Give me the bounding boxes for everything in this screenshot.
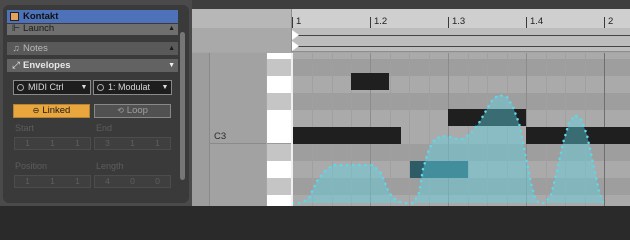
midi-note-editor: 1 1.2 1.3 1.4 2 C3 bbox=[192, 0, 630, 206]
clip-title-bar[interactable]: Kontakt bbox=[7, 10, 178, 23]
length-label: Length bbox=[96, 161, 124, 171]
piano-key[interactable] bbox=[267, 127, 293, 144]
envelope-fill-area bbox=[293, 95, 630, 203]
c3-divider bbox=[210, 143, 266, 144]
chevron-down-icon[interactable]: ▼ bbox=[79, 81, 89, 94]
piano-key[interactable] bbox=[267, 76, 293, 93]
length-beat: 0 bbox=[130, 176, 135, 186]
length-bar: 4 bbox=[105, 176, 110, 186]
start-bar: 1 bbox=[25, 138, 30, 148]
clip-panel-scrollbar-thumb[interactable] bbox=[180, 32, 185, 180]
device-chooser-indicator-icon bbox=[17, 84, 24, 91]
ruler-marker: 1.2 bbox=[374, 16, 388, 27]
loop-strip-corner bbox=[192, 28, 292, 52]
launch-section-header[interactable]: ⊩ Launch ▲ bbox=[7, 24, 178, 35]
position-sixteenth: 1 bbox=[75, 176, 80, 186]
link-icon: ⊖ bbox=[32, 106, 40, 115]
control-chooser-value: 1: Modulat bbox=[108, 82, 151, 92]
ruler-marker: 1.4 bbox=[530, 16, 544, 27]
end-field[interactable]: 3 1 1 bbox=[94, 137, 171, 150]
envelope-device-chooser[interactable]: MIDI Ctrl ▼ bbox=[13, 80, 91, 95]
launch-toggle-arrow-icon[interactable]: ▲ bbox=[168, 24, 175, 33]
clip-color-swatch[interactable] bbox=[10, 12, 19, 21]
launch-icon: ⊩ bbox=[11, 24, 21, 34]
position-beat: 1 bbox=[50, 176, 55, 186]
editor-top-strip bbox=[192, 0, 630, 9]
notes-section-header[interactable]: ♫ Notes ▲ bbox=[7, 42, 178, 55]
end-sixteenth: 1 bbox=[155, 138, 160, 148]
modulation-envelope[interactable] bbox=[293, 53, 630, 206]
linked-toggle-button[interactable]: ⊖ Linked bbox=[13, 104, 90, 118]
ruler-marker: 2 bbox=[608, 16, 614, 27]
notes-toggle-arrow-icon[interactable]: ▲ bbox=[168, 42, 175, 55]
end-beat: 1 bbox=[130, 138, 135, 148]
loop-label: Loop bbox=[126, 105, 148, 116]
device-chooser-value: MIDI Ctrl bbox=[28, 82, 64, 92]
ruler-tick bbox=[370, 17, 371, 28]
c3-note-label: C3 bbox=[214, 131, 227, 142]
start-marker-icon[interactable] bbox=[292, 41, 299, 51]
position-bar: 1 bbox=[25, 176, 30, 186]
envelope-icon: ⤢ bbox=[12, 60, 20, 71]
ruler-tick bbox=[526, 17, 527, 28]
ruler-marker: 1.3 bbox=[452, 16, 466, 27]
piano-key[interactable] bbox=[267, 59, 293, 76]
envelopes-toggle-arrow-icon[interactable]: ▼ bbox=[168, 59, 175, 72]
ruler-tick bbox=[604, 17, 605, 28]
ruler-corner bbox=[192, 9, 292, 28]
length-sixteenth: 0 bbox=[155, 176, 160, 186]
loop-brace-line bbox=[292, 35, 630, 36]
start-field[interactable]: 1 1 1 bbox=[14, 137, 91, 150]
piano-key[interactable] bbox=[267, 195, 293, 206]
position-field[interactable]: 1 1 1 bbox=[14, 175, 91, 188]
piano-key[interactable] bbox=[267, 93, 293, 110]
loop-icon: ⟲ bbox=[117, 106, 124, 115]
position-label: Position bbox=[15, 161, 48, 171]
piano-key[interactable] bbox=[267, 144, 293, 161]
piano-keyboard[interactable] bbox=[267, 53, 293, 206]
length-field[interactable]: 4 0 0 bbox=[94, 175, 171, 188]
clip-view-panel: Kontakt ⊩ Launch ▲ ♫ Notes ▲ ⤢ Envelopes ▼ … bbox=[0, 0, 192, 206]
clip-start-line bbox=[292, 46, 630, 47]
ruler-tick bbox=[292, 17, 293, 28]
loop-toggle-button[interactable]: ⟲ Loop bbox=[94, 104, 171, 118]
end-label: End bbox=[96, 123, 113, 133]
notes-label: Notes bbox=[23, 43, 48, 54]
piano-key[interactable] bbox=[267, 110, 293, 127]
note-name-column bbox=[209, 53, 266, 206]
clip-start-edge bbox=[291, 53, 293, 206]
end-bar: 3 bbox=[105, 138, 110, 148]
start-sixteenth: 1 bbox=[75, 138, 80, 148]
piano-key[interactable] bbox=[267, 161, 293, 178]
music-note-icon: ♫ bbox=[12, 43, 20, 54]
envelopes-label: Envelopes bbox=[23, 60, 71, 71]
ruler-marker: 1 bbox=[296, 16, 302, 27]
chevron-down-icon[interactable]: ▼ bbox=[160, 81, 170, 94]
clip-name[interactable]: Kontakt bbox=[23, 11, 58, 22]
envelopes-section-header[interactable]: ⤢ Envelopes ▼ bbox=[7, 59, 178, 72]
control-chooser-indicator-icon bbox=[97, 84, 104, 91]
launch-label: Launch bbox=[23, 24, 55, 34]
start-label: Start bbox=[15, 123, 35, 133]
linked-label: Linked bbox=[42, 105, 71, 116]
ruler-tick bbox=[448, 17, 449, 28]
start-beat: 1 bbox=[50, 138, 55, 148]
envelope-control-chooser[interactable]: 1: Modulat ▼ bbox=[93, 80, 172, 95]
piano-key[interactable] bbox=[267, 178, 293, 195]
loop-start-marker-icon[interactable] bbox=[292, 30, 299, 40]
